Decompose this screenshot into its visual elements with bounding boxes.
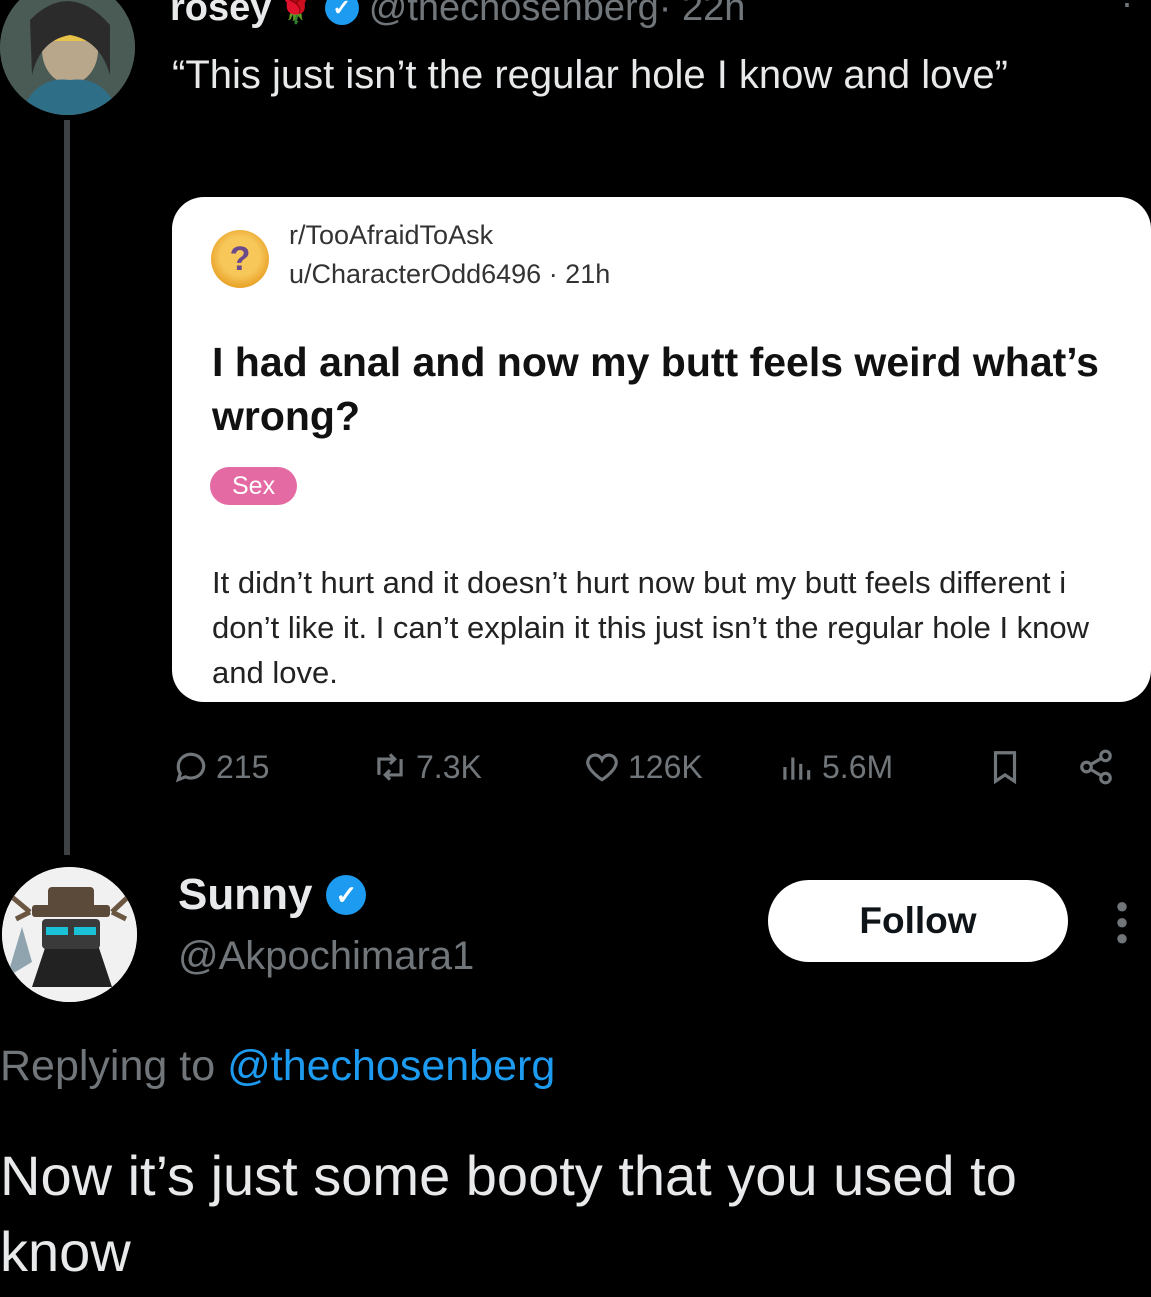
like-button[interactable]: 126K — [582, 742, 703, 792]
subreddit-icon: ? — [211, 230, 269, 288]
post-body: It didn’t hurt and it doesn’t hurt now b… — [212, 565, 1090, 690]
reply-author-name[interactable]: Sunny — [178, 870, 312, 920]
views-button[interactable]: 5.6M — [776, 742, 893, 792]
share-button[interactable] — [1076, 742, 1122, 792]
post-time: · 21h — [548, 259, 611, 289]
tweet-text: “This just isn’t the regular hole I know… — [172, 53, 1008, 97]
post-username: u/CharacterOdd6496 — [289, 259, 542, 289]
reply-avatar[interactable] — [2, 867, 137, 1002]
subreddit-name: r/TooAfraidToAsk — [289, 220, 494, 250]
tweet-header: rosey 🌹 ✓ @thechosenberg · 22h — [170, 0, 745, 38]
retweet-count: 7.3K — [416, 748, 482, 785]
replying-prefix: Replying to — [0, 1042, 216, 1090]
avatar[interactable] — [0, 0, 135, 115]
post-meta: u/CharacterOdd6496 · 21h — [289, 259, 610, 290]
replying-to: Replying to @thechosenberg — [0, 1042, 555, 1091]
thread-line — [64, 120, 70, 855]
reply-author[interactable]: Sunny ✓ — [178, 870, 376, 920]
author-handle[interactable]: @thechosenberg — [369, 0, 659, 30]
author-name[interactable]: rosey — [170, 0, 271, 30]
retweet-icon — [377, 753, 403, 781]
heart-icon — [586, 753, 618, 782]
reply-author-handle[interactable]: @Akpochimara1 — [178, 934, 474, 979]
rose-icon: 🌹 — [277, 0, 315, 25]
post-title: I had anal and now my butt feels weird w… — [212, 339, 1099, 439]
bookmark-button[interactable] — [986, 742, 1030, 792]
tweet-time[interactable]: · 22h — [659, 0, 746, 30]
replying-mention[interactable]: @thechosenberg — [227, 1042, 555, 1090]
like-count: 126K — [628, 748, 703, 785]
reply-icon — [175, 752, 206, 783]
reply-button[interactable]: 215 — [172, 742, 269, 792]
views-count: 5.6M — [822, 748, 894, 785]
post-flair: Sex — [210, 467, 298, 505]
bookmark-icon — [993, 751, 1017, 785]
verified-badge-icon: ✓ — [326, 875, 367, 915]
follow-button[interactable]: Follow — [768, 880, 1068, 962]
retweet-button[interactable]: 7.3K — [370, 742, 482, 792]
views-icon — [783, 757, 811, 780]
reply-text: Now it’s just some booty that you used t… — [0, 1144, 1017, 1283]
more-options-icon[interactable]: ● ● ● — [1112, 895, 1132, 949]
share-icon — [1080, 749, 1112, 785]
reply-count: 215 — [216, 748, 270, 785]
action-bar: 215 7.3K 126K 5.6M — [172, 742, 1132, 792]
verified-badge-icon: ✓ — [324, 0, 359, 25]
